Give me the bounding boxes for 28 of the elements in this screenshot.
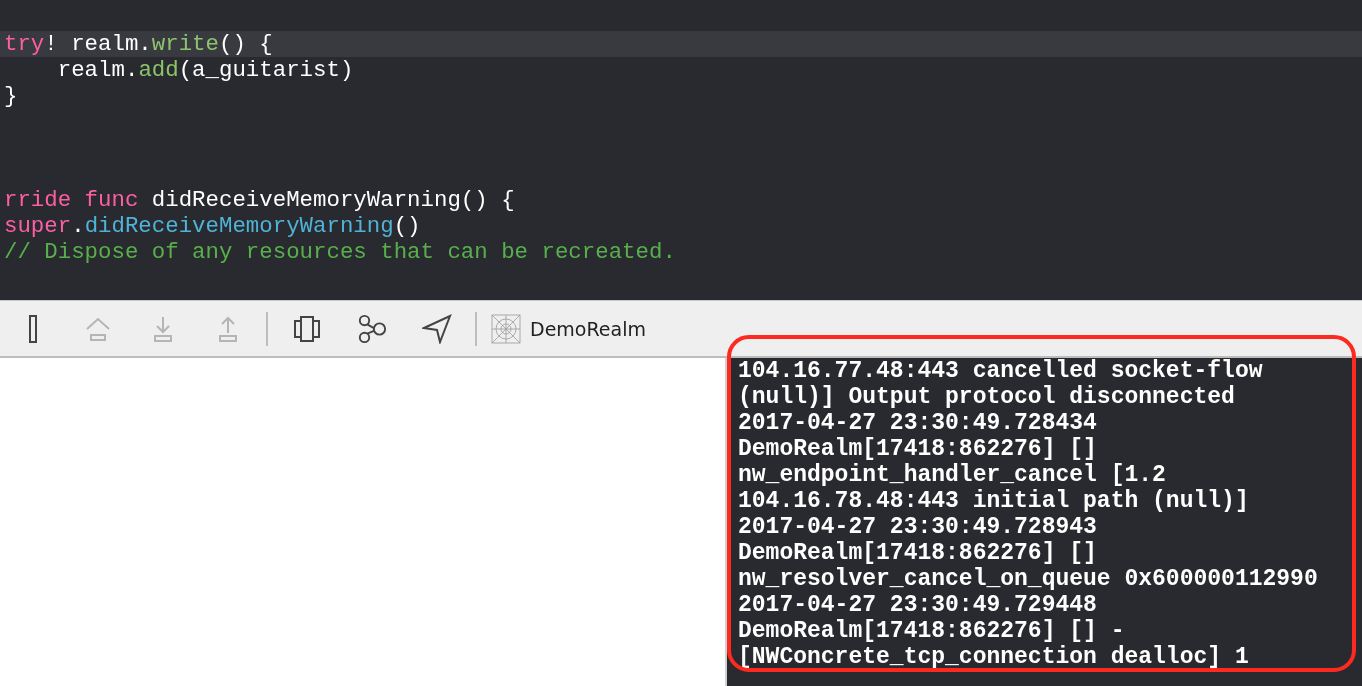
console-line: 2017-04-27 23:30:49.729448: [738, 592, 1098, 618]
code-line: rride func didReceiveMemoryWarning() {: [3, 187, 516, 213]
console-line: 2017-04-27 23:30:49.728434: [738, 410, 1098, 436]
memory-graph-button[interactable]: [357, 312, 387, 345]
location-button[interactable]: [422, 312, 452, 345]
console-line: 2017-04-27 23:30:49.728943: [738, 514, 1098, 540]
panel-icon: [29, 314, 37, 343]
console-line: (null)] Output protocol disconnected: [738, 384, 1236, 410]
console-line: 104.16.77.48:443 cancelled socket-flow: [738, 358, 1264, 384]
console-line: DemoRealm[17418:862276] []: [738, 540, 1098, 566]
arrow-down-icon: [152, 314, 174, 343]
view-layers-icon: [293, 314, 321, 343]
scheme-name: DemoRealm: [530, 317, 646, 340]
nodes-graph-icon: [357, 313, 387, 344]
code-line: realm.add(a_guitarist): [56, 57, 355, 83]
console-line: [NWConcrete_tcp_connection dealloc] 1: [738, 644, 1250, 670]
code-line: super.didReceiveMemoryWarning(): [3, 213, 422, 239]
console-line: 104.16.78.48:443 initial path (null)]: [738, 488, 1250, 514]
code-line: }: [3, 83, 19, 109]
console-line: DemoRealm[17418:862276] []: [738, 436, 1098, 462]
console-line: nw_resolver_cancel_on_queue 0x600000112990: [738, 566, 1319, 592]
arrow-up-icon: [217, 314, 239, 343]
console-line: DemoRealm[17418:862276] [] -: [738, 618, 1126, 644]
console-line: nw_endpoint_handler_cancel [1.2: [738, 462, 1167, 488]
scheme-selector[interactable]: DemoRealm: [483, 313, 646, 344]
code-line: // Dispose of any resources that can be recreated.: [3, 239, 677, 265]
app-icon: [491, 313, 521, 344]
location-arrow-icon: [422, 313, 452, 344]
